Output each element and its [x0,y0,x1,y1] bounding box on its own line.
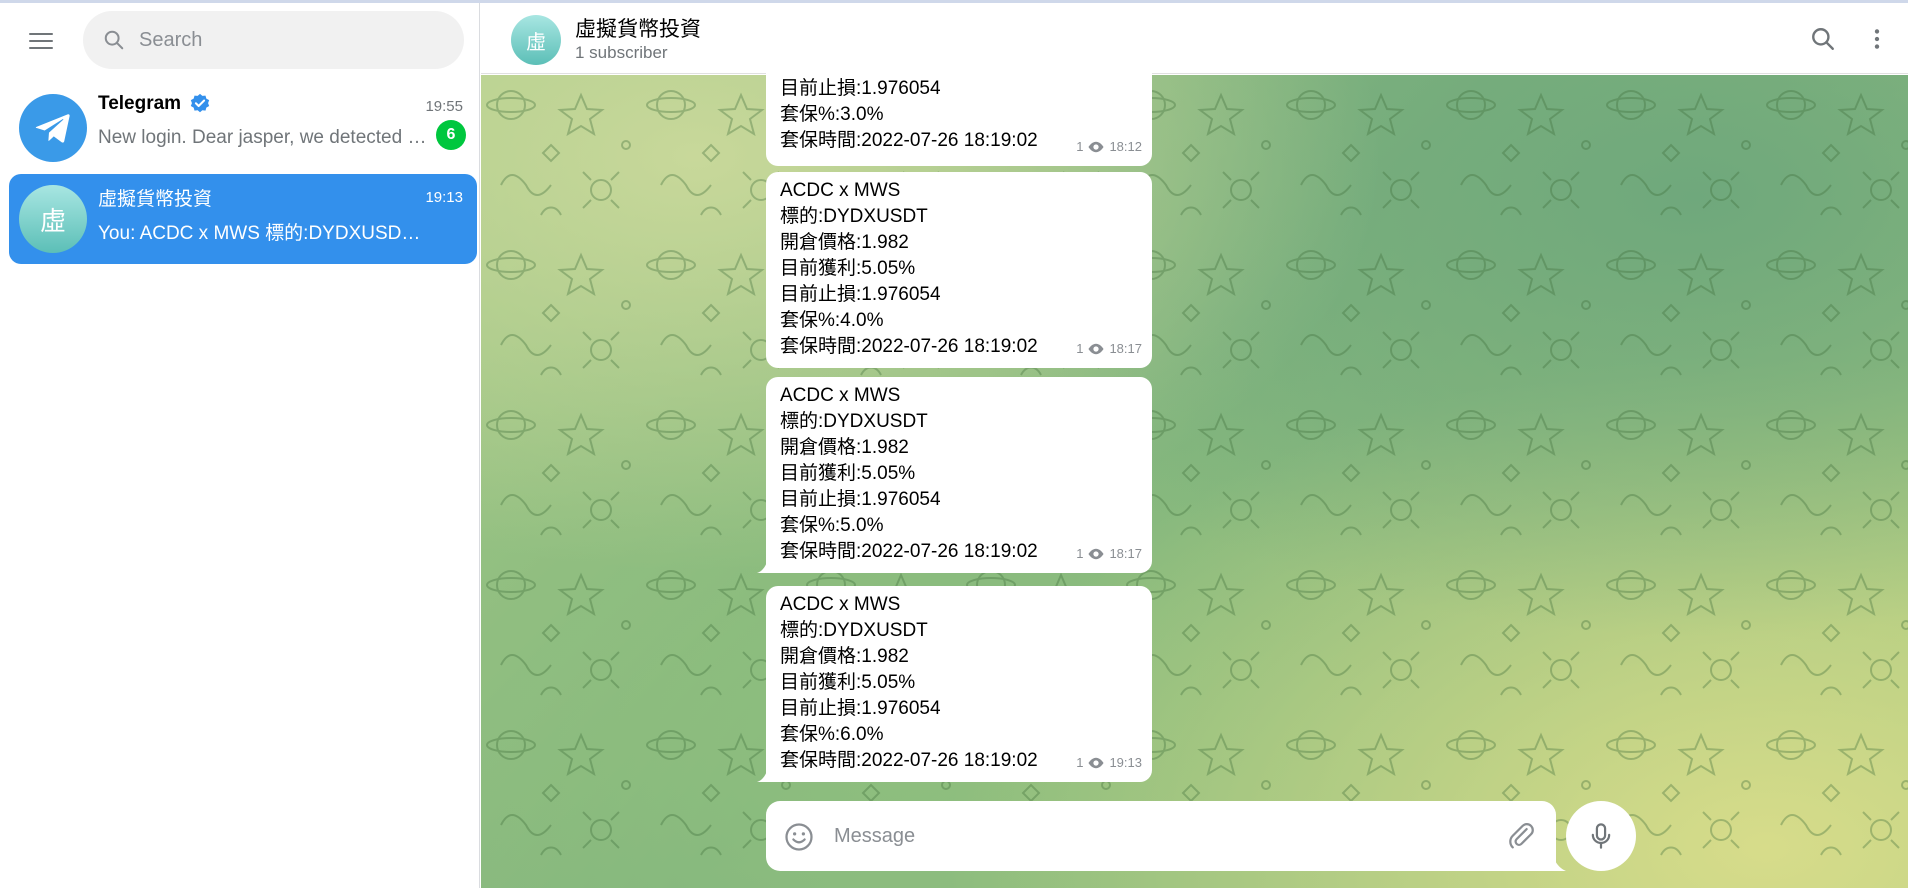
message-line: 目前止損:1.976054 [780,284,941,305]
search-input[interactable] [139,11,439,69]
voice-record-button[interactable] [1566,801,1636,871]
message-meta: 1 18:12 [1076,134,1142,160]
search-messages-button[interactable] [1801,17,1845,61]
chat-name-text: Telegram [98,93,182,114]
doodle-pattern [481,75,1908,888]
chat-header[interactable]: 虛 虛擬貨幣投資 1 subscriber [481,3,1908,74]
channel-avatar[interactable]: 虛 [511,15,561,65]
chat-name: Telegram [98,93,211,115]
verified-badge-icon [190,93,210,113]
message-meta: 1 19:13 [1076,750,1142,776]
message-line: 開倉價格:1.982 [780,232,909,253]
sidebar: Telegram 19:55 New login. Dear jasper, w… [0,3,480,888]
message-line: 套保%:6.0% [780,724,884,745]
message-line: 開倉價格:1.982 [780,646,909,667]
message-meta: 1 18:17 [1076,541,1142,567]
more-vertical-icon [1874,29,1880,49]
microphone-icon [1591,823,1611,849]
message-line: 套保%:4.0% [780,310,884,331]
more-options-button[interactable] [1855,17,1899,61]
message-bubble[interactable]: ACDC x MWS 標的:DYDXUSDT 開倉價格:1.982 目前獲利:5… [766,172,1152,368]
message-line: ACDC x MWS [780,180,901,201]
subscriber-count: 1 subscriber [575,43,668,62]
message-line: 目前獲利:5.05% [780,463,916,484]
hamburger-menu-button[interactable] [20,22,62,60]
message-line: ACDC x MWS [780,385,901,406]
view-count: 1 [1076,755,1084,770]
message-time: 19:13 [1109,755,1142,770]
search-icon [104,30,124,50]
message-line: 套保%:5.0% [780,515,884,536]
message-time: 18:12 [1109,139,1142,154]
message-line: 目前止損:1.976054 [780,78,941,99]
chat-background [481,75,1908,888]
message-line: 套保%:3.0% [780,104,884,125]
message-time: 18:17 [1109,546,1142,561]
message-line: 目前止損:1.976054 [780,698,941,719]
message-line: 目前止損:1.976054 [780,489,941,510]
eye-icon [1088,343,1104,355]
message-line: 開倉價格:1.982 [780,437,909,458]
bubble-tail [757,764,769,782]
message-bubble[interactable]: ACDC x MWS 標的:DYDXUSDT 開倉價格:1.982 目前獲利:5… [757,586,1152,782]
message-input[interactable] [834,801,1464,871]
paperclip-icon[interactable] [1506,821,1536,851]
message-line: 目前獲利:5.05% [780,672,916,693]
chat-preview: You: ACDC x MWS 標的:DYDXUSDT 開倉價格:1.982 [98,223,428,244]
message-line: 目前獲利:5.05% [780,258,916,279]
chat-preview: New login. Dear jasper, we detected a lo… [98,127,428,148]
view-count: 1 [1076,341,1084,356]
message-bubble[interactable]: 目前止損:1.976054 套保%:3.0% 套保時間:2022-07-26 1… [766,66,1152,166]
smile-icon[interactable] [784,822,814,852]
menu-line [29,40,53,42]
search-icon [1812,28,1834,50]
eye-icon [1088,141,1104,153]
search-box[interactable] [83,11,464,69]
message-meta: 1 18:17 [1076,336,1142,362]
view-count: 1 [1076,546,1084,561]
chat-time: 19:13 [425,189,463,206]
message-line: 標的:DYDXUSDT [780,620,928,641]
message-bubble[interactable]: ACDC x MWS 標的:DYDXUSDT 開倉價格:1.982 目前獲利:5… [757,377,1152,573]
composer-tail [1552,851,1566,871]
bubble-tail [757,555,769,573]
eye-icon [1088,757,1104,769]
avatar: 虛 [19,185,87,253]
chat-name-text: 虛擬貨幣投資 [98,189,213,210]
chat-time: 19:55 [425,98,463,115]
menu-line [29,33,53,35]
chat-name: 虛擬貨幣投資 [98,184,212,211]
chat-item-telegram[interactable]: Telegram 19:55 New login. Dear jasper, w… [9,83,477,173]
message-line: 標的:DYDXUSDT [780,206,928,227]
message-time: 18:17 [1109,341,1142,356]
avatar [19,94,87,162]
chat-item-virtual-currency[interactable]: 虛 虛擬貨幣投資 19:13 You: ACDC x MWS 標的:DYDXUS… [9,174,477,264]
message-composer [766,801,1566,871]
channel-title[interactable]: 虛擬貨幣投資 [575,13,701,43]
paper-plane-icon [35,114,70,143]
message-line: 標的:DYDXUSDT [780,411,928,432]
message-line: ACDC x MWS [780,594,901,615]
view-count: 1 [1076,139,1084,154]
eye-icon [1088,548,1104,560]
menu-line [29,47,53,49]
unread-badge: 6 [436,120,466,150]
